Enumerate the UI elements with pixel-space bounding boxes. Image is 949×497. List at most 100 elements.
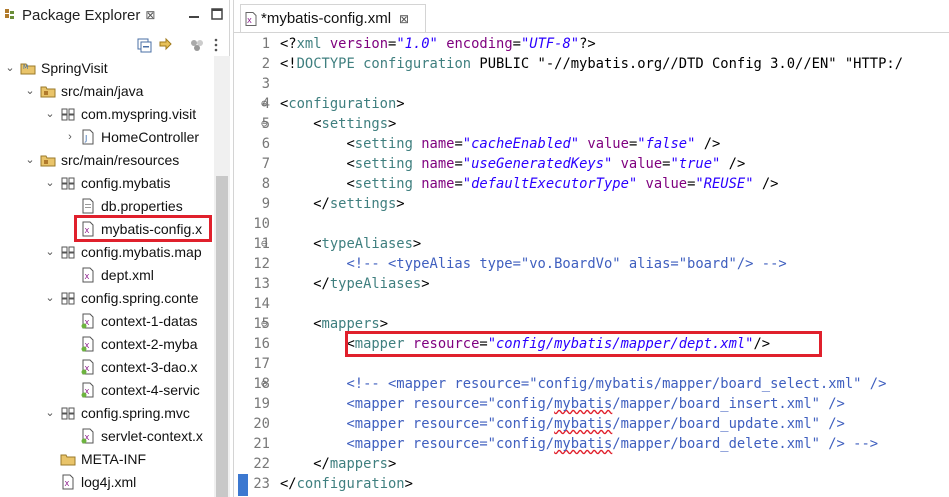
code-line[interactable]: 23 </configuration> xyxy=(234,474,949,494)
tree-item-label: src/main/resources xyxy=(61,151,180,168)
line-number: 12 xyxy=(253,256,270,272)
code-line[interactable]: 3 xyxy=(234,74,949,94)
code-text: <?xml version="1.0" encoding="UTF-8"?> xyxy=(280,36,596,52)
line-number: 10 xyxy=(253,216,270,232)
chevron-right-icon[interactable]: › xyxy=(64,131,76,143)
fold-toggle-icon[interactable]: ⊖ xyxy=(261,314,273,334)
close-tab-icon[interactable]: ⊠ xyxy=(399,12,409,26)
code-line[interactable]: 4 ⊖ <configuration> xyxy=(234,94,949,114)
tree-item[interactable]: Xservlet-context.x xyxy=(0,424,214,447)
chevron-down-icon[interactable]: ⌄ xyxy=(24,85,36,97)
explorer-tab-bar: Package Explorer ⊠ xyxy=(0,0,230,30)
line-number: 13 xyxy=(253,276,270,292)
code-line[interactable]: 14 xyxy=(234,294,949,314)
code-text: </settings> xyxy=(280,196,405,212)
tree-item[interactable]: Xcontext-1-datas xyxy=(0,309,214,332)
tree-item-label: servlet-context.x xyxy=(101,427,203,444)
tree-item-label: config.mybatis xyxy=(81,174,171,191)
code-text: </configuration> xyxy=(280,476,413,492)
tree-item[interactable]: Xcontext-3-dao.x xyxy=(0,355,214,378)
current-line-marker xyxy=(238,474,248,496)
tree-scrollbar-thumb[interactable] xyxy=(216,176,228,497)
code-line[interactable]: 10 xyxy=(234,214,949,234)
code-line[interactable]: 8 <setting name="defaultExecutorType" va… xyxy=(234,174,949,194)
tree-item-label: com.myspring.visit xyxy=(81,105,197,122)
line-number: 8 xyxy=(261,176,270,192)
line-number: 17 xyxy=(253,356,270,372)
tree-item[interactable]: ⌄ config.mybatis.map xyxy=(0,240,214,263)
package-tree: ⌄ M SpringVisit ⌄ src/main/java ⌄ com.myspring… xyxy=(0,56,214,497)
tree-item-label: context-3-dao.x xyxy=(101,358,198,375)
close-tab-icon[interactable]: ⊠ xyxy=(145,8,155,22)
highlight-box xyxy=(74,215,212,242)
chevron-down-icon[interactable]: ⌄ xyxy=(44,108,56,120)
java-file-icon: J xyxy=(80,129,96,145)
maximize-icon[interactable] xyxy=(210,7,224,21)
code-line[interactable]: 21 <mapper resource="config/mybatis/mapp… xyxy=(234,434,949,454)
chevron-down-icon[interactable]: ⌄ xyxy=(44,407,56,419)
chevron-down-icon[interactable]: ⌄ xyxy=(24,154,36,166)
svg-text:J: J xyxy=(84,134,87,143)
fold-toggle-icon[interactable]: ⊖ xyxy=(261,114,273,134)
tree-item[interactable]: ⌄ config.spring.conte xyxy=(0,286,214,309)
code-line[interactable]: 5 ⊖ <settings> xyxy=(234,114,949,134)
spring-xml-icon: X xyxy=(80,382,96,398)
line-number: 1 xyxy=(261,36,270,52)
tree-item[interactable]: Xdept.xml xyxy=(0,263,214,286)
tree-item[interactable]: ⌄ src/main/resources xyxy=(0,148,214,171)
tree-item[interactable]: Xlog4j.xml xyxy=(0,470,214,493)
line-number: 21 xyxy=(253,436,270,452)
code-line[interactable]: 20 <mapper resource="config/mybatis/mapp… xyxy=(234,414,949,434)
filter-icon[interactable] xyxy=(189,37,205,53)
code-line[interactable]: 9 </settings> xyxy=(234,194,949,214)
fold-toggle-icon[interactable]: ⊖ xyxy=(261,234,273,254)
collapse-all-icon[interactable] xyxy=(136,37,152,53)
code-line[interactable]: 13 </typeAliases> xyxy=(234,274,949,294)
view-menu-icon[interactable] xyxy=(212,37,220,53)
chevron-down-icon[interactable]: ⌄ xyxy=(44,292,56,304)
code-line[interactable]: 7 <setting name="useGeneratedKeys" value… xyxy=(234,154,949,174)
code-text: <setting name="useGeneratedKeys" value="… xyxy=(280,156,746,172)
code-text: </mappers> xyxy=(280,456,397,472)
code-text: <!-- <mapper resource="config/mybatis/ma… xyxy=(280,376,887,392)
line-number: 14 xyxy=(253,296,270,312)
editor-tab-mybatis-config[interactable]: X *mybatis-config.xml ⊠ xyxy=(240,4,426,32)
chevron-down-icon[interactable]: ⌄ xyxy=(44,177,56,189)
tree-item-label: config.spring.conte xyxy=(81,289,199,306)
tree-item-label: log4j.xml xyxy=(81,473,137,490)
tree-item[interactable]: META-INF xyxy=(0,447,214,470)
fold-toggle-icon[interactable]: ⊖ xyxy=(261,374,273,394)
code-line[interactable]: 11 ⊖ <typeAliases> xyxy=(234,234,949,254)
code-line[interactable]: 18 ⊖ <!-- <mapper resource="config/mybati… xyxy=(234,374,949,394)
fold-toggle-icon[interactable]: ⊖ xyxy=(261,94,273,114)
code-line[interactable]: 22 </mappers> xyxy=(234,454,949,474)
tree-item[interactable]: db.properties xyxy=(0,194,214,217)
link-with-editor-icon[interactable] xyxy=(157,37,173,53)
tree-item[interactable]: ⌄ config.mybatis xyxy=(0,171,214,194)
line-number: 2 xyxy=(261,56,270,72)
tree-scrollbar[interactable] xyxy=(214,56,230,497)
editor-tab-divider xyxy=(234,32,949,33)
source-folder-icon xyxy=(40,152,56,168)
code-line[interactable]: 17 xyxy=(234,354,949,374)
code-line[interactable]: 12 <!-- <typeAlias type="vo.BoardVo" ali… xyxy=(234,254,949,274)
tree-item[interactable]: ⌄ src/main/java xyxy=(0,79,214,102)
package-icon xyxy=(60,175,76,191)
line-number: 3 xyxy=(261,76,270,92)
tree-item[interactable]: Xcontext-4-servic xyxy=(0,378,214,401)
code-line[interactable]: 1 <?xml version="1.0" encoding="UTF-8"?> xyxy=(234,34,949,54)
code-line[interactable]: 6 <setting name="cacheEnabled" value="fa… xyxy=(234,134,949,154)
tree-item[interactable]: ⌄ com.myspring.visit xyxy=(0,102,214,125)
package-explorer-tab[interactable]: Package Explorer ⊠ xyxy=(0,0,163,30)
minimize-icon[interactable] xyxy=(187,7,201,21)
tree-item[interactable]: ⌄ M SpringVisit xyxy=(0,56,214,79)
tree-item[interactable]: › J HomeController xyxy=(0,125,214,148)
tree-item[interactable]: ⌄ config.spring.mvc xyxy=(0,401,214,424)
chevron-down-icon[interactable]: ⌄ xyxy=(44,246,56,258)
chevron-down-icon[interactable]: ⌄ xyxy=(4,62,16,74)
tree-item[interactable]: Xcontext-2-myba xyxy=(0,332,214,355)
code-line[interactable]: 2 <!DOCTYPE configuration PUBLIC "-//myba… xyxy=(234,54,949,74)
svg-text:X: X xyxy=(85,273,90,281)
code-line[interactable]: 19 <mapper resource="config/mybatis/mapp… xyxy=(234,394,949,414)
line-number: 9 xyxy=(261,196,270,212)
